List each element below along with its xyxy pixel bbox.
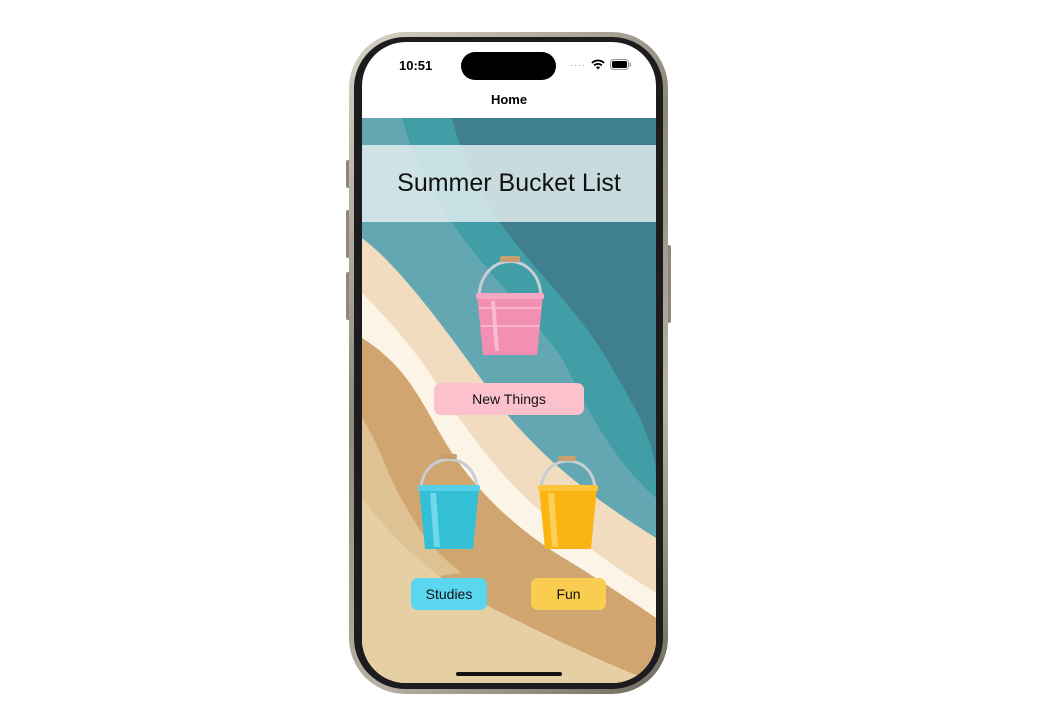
wifi-icon <box>591 59 605 70</box>
cellular-signal-icon: ···· <box>570 59 586 70</box>
blue-bucket-icon <box>418 454 480 549</box>
status-bar: 10:51 ···· <box>362 42 656 90</box>
yellow-bucket-icon <box>538 456 598 549</box>
studies-button[interactable]: Studies <box>411 578 487 610</box>
title-banner: Summer Bucket List <box>362 145 656 222</box>
new-things-button[interactable]: New Things <box>434 383 584 415</box>
page-title: Summer Bucket List <box>397 169 621 197</box>
battery-icon <box>610 59 632 70</box>
fun-button-label: Fun <box>556 586 581 602</box>
phone-screen: 10:51 ···· Home Summer Bucket List New T… <box>362 42 656 683</box>
navigation-bar: Home <box>362 90 656 118</box>
fun-button[interactable]: Fun <box>531 578 606 610</box>
nav-title: Home <box>490 92 528 107</box>
dynamic-island <box>461 52 556 80</box>
pink-bucket-icon <box>476 256 544 355</box>
status-icons: ···· <box>570 59 632 70</box>
home-indicator[interactable] <box>456 672 562 676</box>
status-time: 10:51 <box>399 58 433 73</box>
studies-button-label: Studies <box>425 586 473 602</box>
new-things-button-label: New Things <box>472 391 546 407</box>
